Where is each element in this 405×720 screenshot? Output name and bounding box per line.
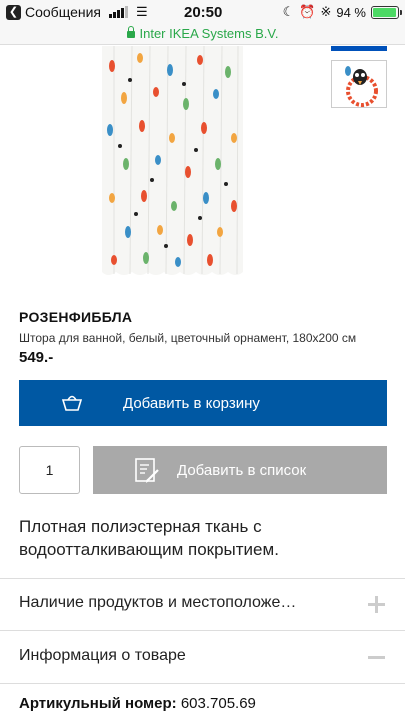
site-identity: Inter IKEA Systems B.V.	[139, 26, 279, 41]
accordion-availability-label: Наличие продуктов и местоположе…	[19, 594, 297, 611]
status-time: 20:50	[184, 4, 223, 21]
product-summary: Плотная полиэстерная ткань с водоотталки…	[19, 517, 279, 559]
status-right: ☾ ⏰ ※ 94 %	[282, 4, 402, 20]
battery-level	[373, 7, 396, 17]
divider	[0, 630, 405, 631]
battery-percent: 94 %	[336, 4, 366, 20]
article-number-value: 603.705.69	[180, 695, 256, 712]
quantity-input[interactable]	[19, 446, 80, 494]
article-number: Артикульный номер: 603.705.69	[19, 695, 256, 712]
product-description: Штора для ванной, белый, цветочный орнам…	[19, 331, 357, 345]
divider	[0, 683, 405, 684]
product-image[interactable]	[100, 45, 245, 278]
shopping-list-icon	[135, 458, 159, 483]
accordion-product-info-label: Информация о товаре	[19, 647, 186, 664]
status-bar: ❮ Сообщения ☰ 20:50 ☾ ⏰ ※ 94 %	[0, 0, 405, 25]
status-left: ❮ Сообщения ☰	[6, 4, 148, 20]
accordion-availability[interactable]: Наличие продуктов и местоположе…	[0, 579, 405, 629]
thumbnail-selected-indicator	[331, 46, 387, 51]
pattern-thumbnail-image	[332, 61, 386, 107]
alarm-icon: ⏰	[299, 4, 316, 19]
expand-plus-icon[interactable]	[368, 596, 385, 613]
back-to-app-icon[interactable]: ❮	[6, 4, 21, 20]
cellular-signal-icon	[108, 6, 128, 18]
add-to-cart-button[interactable]: Добавить в корзину	[19, 380, 387, 426]
product-name: РОЗЕНФИББЛА	[19, 309, 133, 325]
battery-icon	[371, 5, 402, 19]
back-to-app-label[interactable]: Сообщения	[25, 4, 101, 20]
collapse-minus-icon[interactable]	[368, 649, 385, 666]
shower-curtain-image	[100, 45, 245, 278]
wifi-icon: ☰	[135, 4, 148, 19]
thumbnail-pattern[interactable]	[331, 60, 387, 108]
lock-icon	[126, 26, 135, 38]
shopping-bag-icon	[61, 395, 83, 411]
accordion-product-info[interactable]: Информация о товаре	[0, 632, 405, 682]
article-number-label: Артикульный номер:	[19, 695, 177, 712]
moon-icon: ☾	[282, 4, 295, 19]
bluetooth-icon: ※	[320, 4, 332, 19]
add-to-cart-label: Добавить в корзину	[123, 395, 260, 412]
add-to-list-button[interactable]: Добавить в список	[93, 446, 387, 494]
url-bar[interactable]: Inter IKEA Systems B.V.	[0, 25, 405, 45]
add-to-list-label: Добавить в список	[177, 462, 307, 479]
product-price: 549.-	[19, 349, 54, 366]
